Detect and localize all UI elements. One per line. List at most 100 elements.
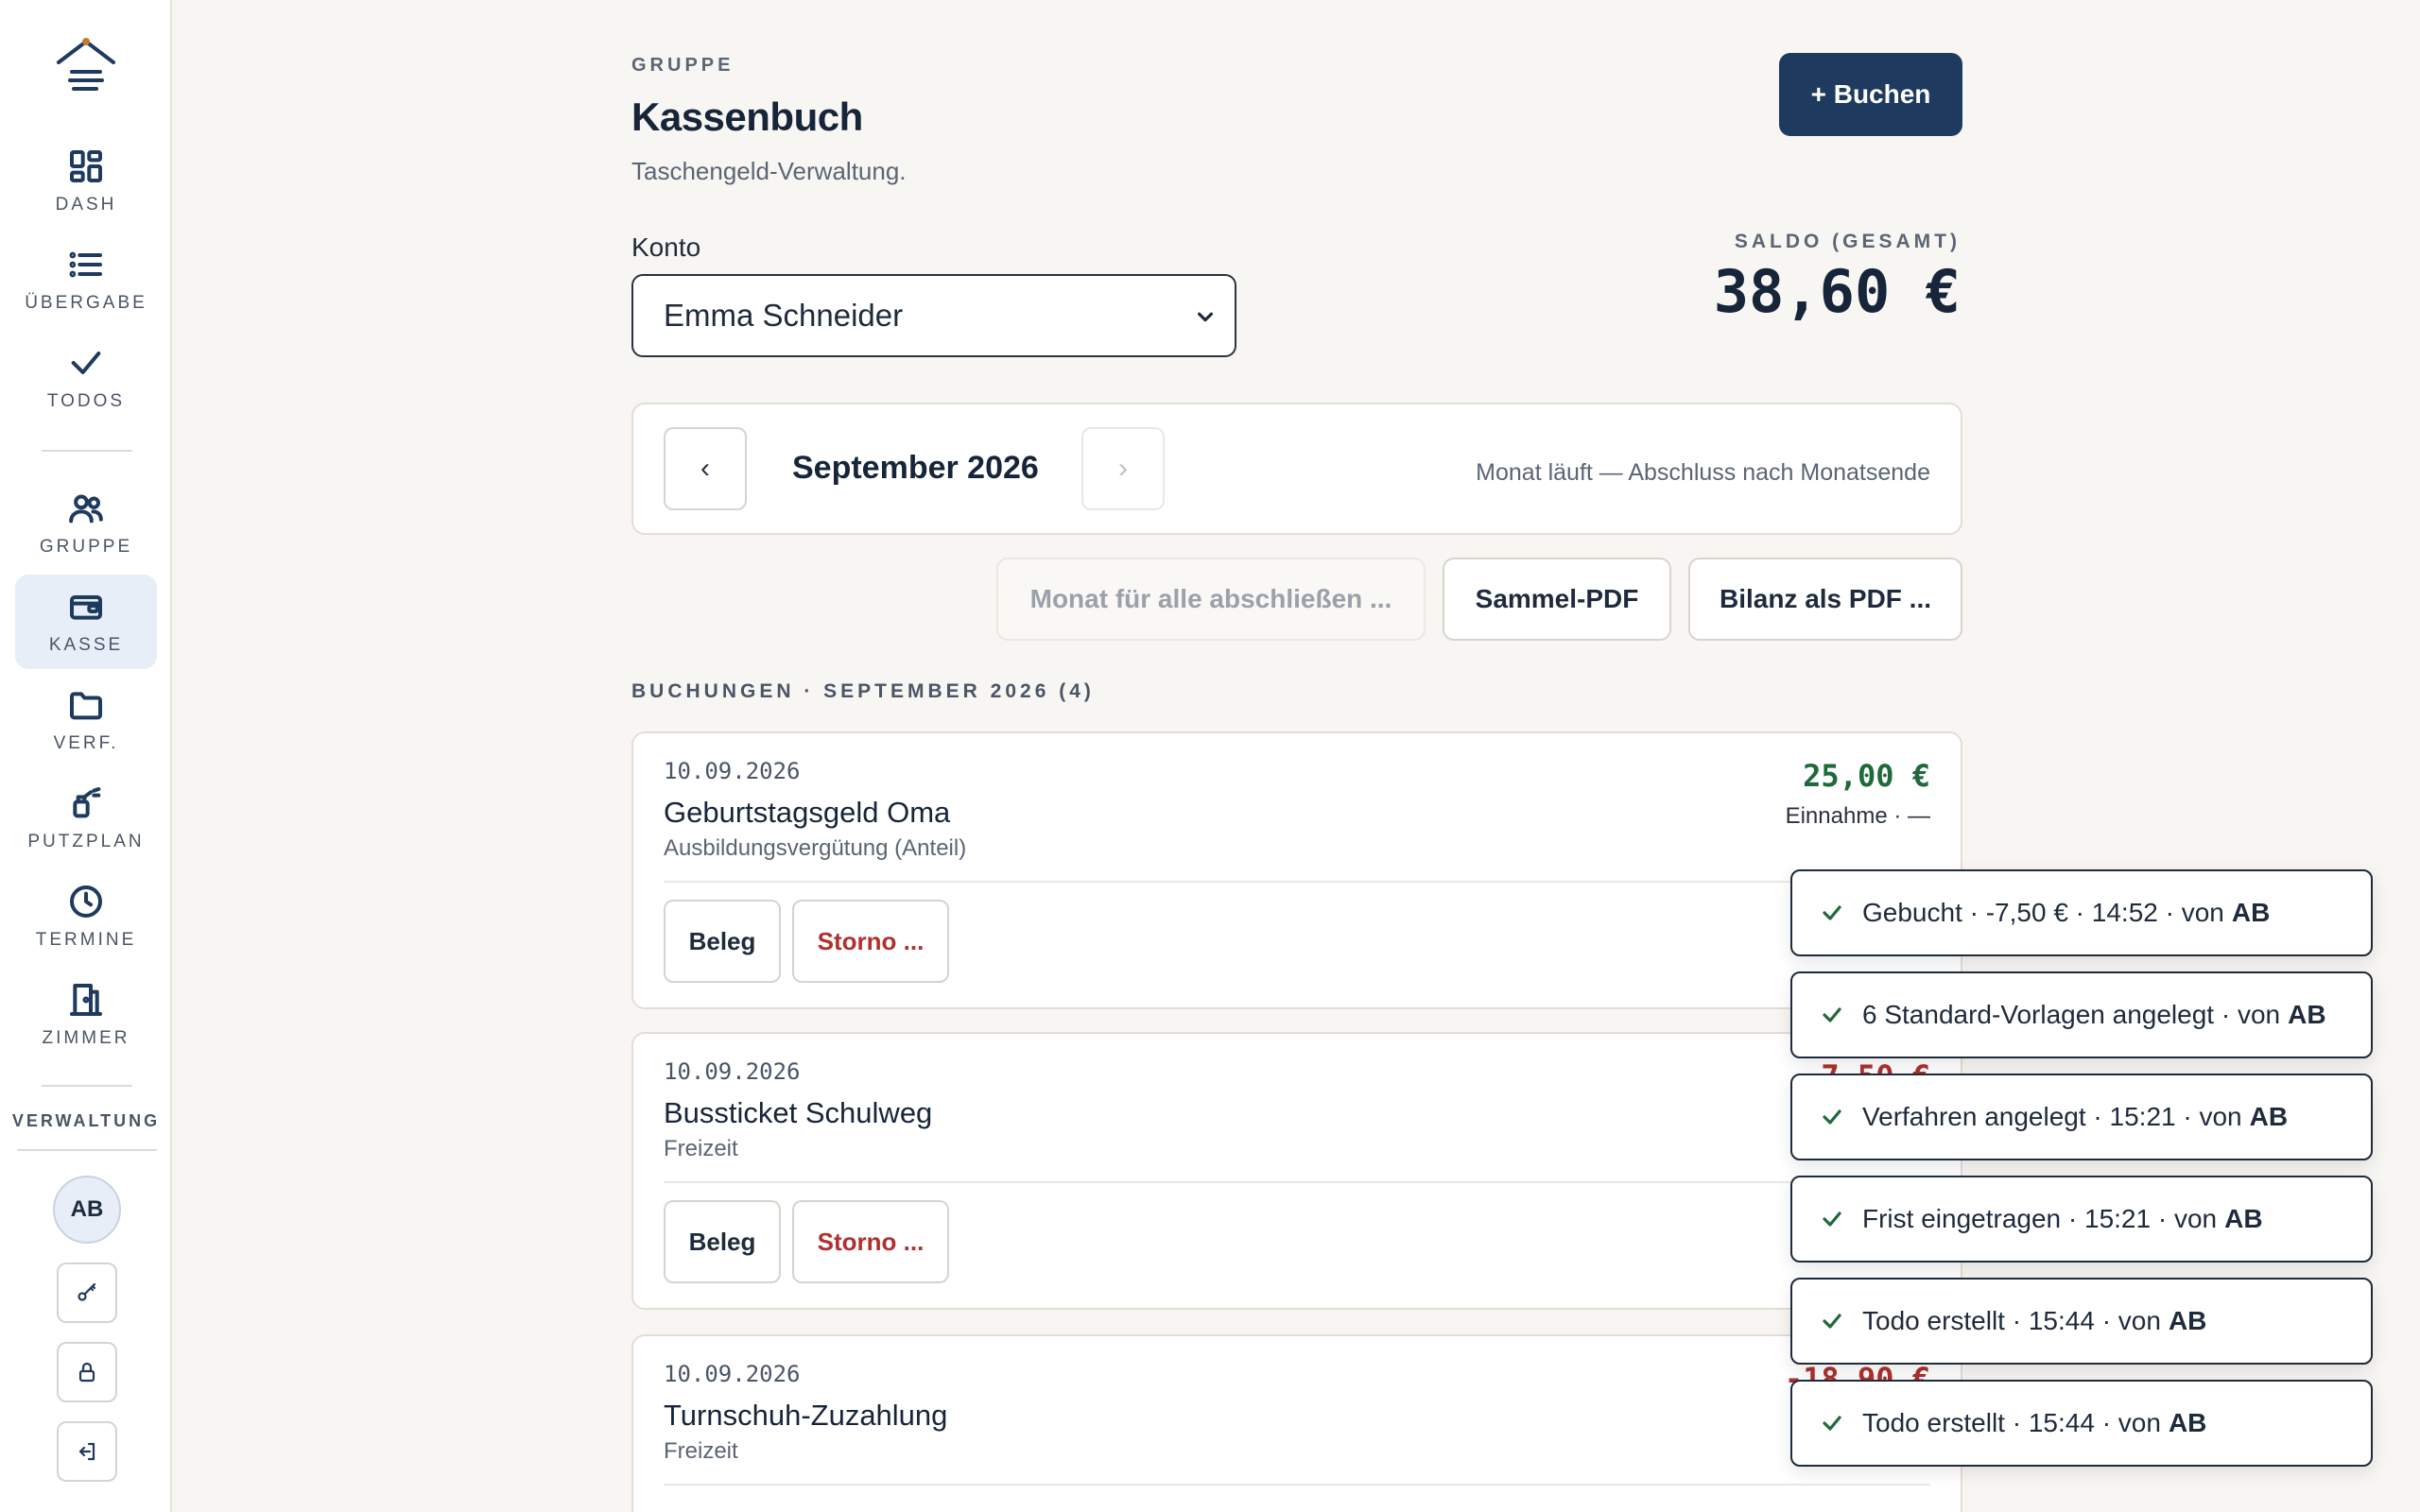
logout-icon (78, 1442, 95, 1461)
booking-amount: 25,00 € (1803, 758, 1930, 794)
nav-label: ZIMMER (42, 1028, 130, 1048)
wallet-icon (70, 595, 102, 620)
door-icon (70, 984, 102, 1016)
booking-category: Freizeit (664, 1136, 738, 1161)
cancel-booking-button[interactable]: Storno ... (792, 900, 949, 983)
konto-label: Konto (631, 232, 701, 262)
next-month-button[interactable]: › (1081, 427, 1165, 510)
check-icon (71, 352, 101, 374)
add-booking-button[interactable]: + Buchen (1779, 53, 1962, 136)
nav-zimmer[interactable]: ZIMMER (15, 968, 157, 1062)
page-title: Kassenbuch (631, 94, 863, 139)
konto-select[interactable]: Emma Schneider (631, 274, 1236, 357)
sidebar: DASH ÜBERGABE TODOS GRUPPE KASSE VERF. P… (0, 0, 172, 1512)
nav-label: DASH (55, 195, 117, 215)
folder-icon (70, 692, 102, 720)
saldo-label: SALDO (GESAMT) (1734, 231, 1961, 252)
users-icon (69, 494, 103, 524)
cancel-booking-button[interactable]: Storno ... (792, 1200, 949, 1283)
nav-verf[interactable]: VERF. (15, 673, 157, 767)
check-icon (1823, 905, 1841, 920)
toast-text: Frist eingetragen · 15:21 · von (1862, 1204, 2218, 1233)
toast-text: Verfahren angelegt · 15:21 · von (1862, 1102, 2242, 1131)
booking-date: 10.09.2026 (664, 1058, 801, 1085)
toast-user: AB (2168, 1306, 2207, 1335)
key-button[interactable] (57, 1263, 117, 1323)
month-title: September 2026 (792, 450, 1039, 486)
sidebar-section-label: VERWALTUNG (11, 1111, 161, 1130)
toast-notification[interactable]: Gebucht · -7,50 € · 14:52 · von AB (1790, 869, 2373, 956)
list-icon (69, 251, 102, 278)
toast-text: 6 Standard-Vorlagen angelegt · von (1862, 1000, 2281, 1029)
page-subtitle: Taschengeld-Verwaltung. (631, 157, 907, 185)
grid-icon (70, 150, 102, 182)
page-eyebrow: GRUPPE (631, 55, 735, 76)
collective-pdf-button[interactable]: Sammel-PDF (1443, 558, 1671, 641)
saldo-value: 38,60 € (1713, 257, 1961, 326)
clock-icon (70, 885, 102, 918)
booking-date: 10.09.2026 (664, 1361, 801, 1387)
nav-dash[interactable]: DASH (15, 134, 157, 229)
booking-date: 10.09.2026 (664, 758, 801, 784)
home-logo-icon[interactable] (53, 34, 119, 100)
toast-user: AB (2168, 1408, 2207, 1437)
avatar[interactable]: AB (53, 1176, 121, 1244)
receipt-button[interactable]: Beleg (664, 1200, 781, 1283)
spray-icon (73, 787, 101, 818)
booking-card: 10.09.2026 Bussticket Schulweg Freizeit … (631, 1032, 1962, 1310)
card-divider (664, 1181, 1930, 1183)
nav-gruppe[interactable]: GRUPPE (15, 476, 157, 571)
check-icon (1823, 1109, 1841, 1125)
toast-user: AB (2224, 1204, 2263, 1233)
nav-label: PUTZPLAN (27, 832, 145, 851)
booking-description: Geburtstagsgeld Oma (664, 796, 951, 829)
sidebar-divider (17, 1149, 157, 1151)
toast-notification[interactable]: 6 Standard-Vorlagen angelegt · von AB (1790, 971, 2373, 1058)
card-divider (664, 1484, 1930, 1486)
toast-text: Todo erstellt · 15:44 · von (1862, 1408, 2161, 1437)
lock-button[interactable] (57, 1342, 117, 1402)
nav-label: GRUPPE (39, 537, 133, 557)
sidebar-divider (42, 450, 132, 452)
nav-kasse[interactable]: KASSE (15, 575, 157, 669)
check-icon (1823, 1211, 1841, 1227)
konto-selected-value: Emma Schneider (664, 298, 904, 333)
nav-termine[interactable]: TERMINE (15, 869, 157, 964)
month-status: Monat läuft — Abschluss nach Monatsende (1476, 459, 1930, 486)
booking-card: 10.09.2026 Geburtstagsgeld Oma Ausbildun… (631, 731, 1962, 1009)
lock-icon (78, 1362, 95, 1383)
check-icon (1823, 1416, 1841, 1431)
booking-description: Turnschuh-Zuzahlung (664, 1399, 948, 1432)
receipt-button[interactable]: Beleg (664, 900, 781, 983)
booking-category: Ausbildungsvergütung (Anteil) (664, 835, 967, 861)
toast-text: Todo erstellt · 15:44 · von (1862, 1306, 2161, 1335)
nav-label: KASSE (48, 635, 124, 655)
nav-label: VERF. (53, 733, 119, 753)
nav-uebergabe[interactable]: ÜBERGABE (15, 232, 157, 327)
key-icon (78, 1282, 96, 1301)
prev-month-button[interactable]: ‹ (664, 427, 747, 510)
close-month-button[interactable]: Monat für alle abschließen ... (996, 558, 1426, 641)
booking-kind: Einnahme · — (1785, 803, 1930, 829)
toast-user: AB (2249, 1102, 2289, 1131)
nav-putzplan[interactable]: PUTZPLAN (15, 771, 157, 866)
toast-notification[interactable]: Todo erstellt · 15:44 · von AB (1790, 1278, 2373, 1365)
month-navigator: ‹ September 2026 › Monat läuft — Abschlu… (631, 403, 1962, 535)
toast-notification[interactable]: Todo erstellt · 15:44 · von AB (1790, 1380, 2373, 1467)
booking-description: Bussticket Schulweg (664, 1096, 933, 1129)
nav-todos[interactable]: TODOS (15, 331, 157, 425)
nav-label: TODOS (46, 391, 126, 411)
nav-label: ÜBERGABE (25, 293, 147, 313)
toast-notification[interactable]: Frist eingetragen · 15:21 · von AB (1790, 1176, 2373, 1263)
chevron-down-icon (1197, 312, 1214, 322)
sidebar-divider (42, 1085, 132, 1087)
toast-user: AB (2288, 1000, 2326, 1029)
toast-user: AB (2231, 898, 2271, 927)
check-icon (1823, 1314, 1841, 1329)
booking-category: Freizeit (664, 1438, 738, 1464)
card-divider (664, 881, 1930, 883)
balance-pdf-button[interactable]: Bilanz als PDF ... (1688, 558, 1962, 641)
toast-notification[interactable]: Verfahren angelegt · 15:21 · von AB (1790, 1074, 2373, 1160)
logout-button[interactable] (57, 1421, 117, 1482)
bookings-heading: BUCHUNGEN · SEPTEMBER 2026 (4) (631, 680, 1095, 702)
